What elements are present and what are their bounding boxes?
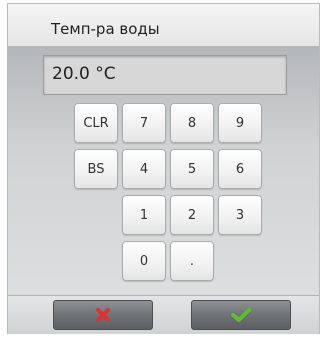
key-1[interactable]: 1 <box>122 195 166 235</box>
confirm-button[interactable] <box>191 300 291 330</box>
key-5-label: 5 <box>187 161 197 177</box>
clear-key[interactable]: CLR <box>74 103 118 143</box>
cancel-button[interactable] <box>53 300 153 330</box>
key-3-label: 3 <box>235 207 245 223</box>
value-display[interactable]: 20.0 °C <box>43 55 287 95</box>
key-2-label: 2 <box>187 207 197 223</box>
key-4-label: 4 <box>139 161 149 177</box>
dialog-title: Темп-ра воды <box>51 20 160 38</box>
key-8[interactable]: 8 <box>170 103 214 143</box>
key-9-label: 9 <box>235 115 245 131</box>
decimal-point-key[interactable]: . <box>170 241 214 281</box>
backspace-key-label: BS <box>87 161 105 177</box>
cross-icon <box>96 308 110 322</box>
key-5[interactable]: 5 <box>170 149 214 189</box>
action-bar <box>8 295 319 334</box>
display-value: 20.0 °C <box>52 64 116 84</box>
key-2[interactable]: 2 <box>170 195 214 235</box>
backspace-key[interactable]: BS <box>74 149 118 189</box>
key-7[interactable]: 7 <box>122 103 166 143</box>
temperature-entry-dialog: Темп-ра воды 20.0 °C CLR 7 8 9 BS 4 5 6 … <box>7 3 320 334</box>
key-4[interactable]: 4 <box>122 149 166 189</box>
clear-key-label: CLR <box>83 115 109 131</box>
key-3[interactable]: 3 <box>218 195 262 235</box>
key-1-label: 1 <box>139 207 149 223</box>
key-7-label: 7 <box>139 115 149 131</box>
keypad-panel: 20.0 °C CLR 7 8 9 BS 4 5 6 1 2 3 0 . <box>8 47 319 295</box>
checkmark-icon <box>231 308 251 322</box>
decimal-point-key-label: . <box>189 253 195 269</box>
key-6[interactable]: 6 <box>218 149 262 189</box>
title-bar: Темп-ра воды <box>8 4 319 47</box>
key-6-label: 6 <box>235 161 245 177</box>
key-0-label: 0 <box>139 253 149 269</box>
key-9[interactable]: 9 <box>218 103 262 143</box>
key-0[interactable]: 0 <box>122 241 166 281</box>
key-8-label: 8 <box>187 115 197 131</box>
